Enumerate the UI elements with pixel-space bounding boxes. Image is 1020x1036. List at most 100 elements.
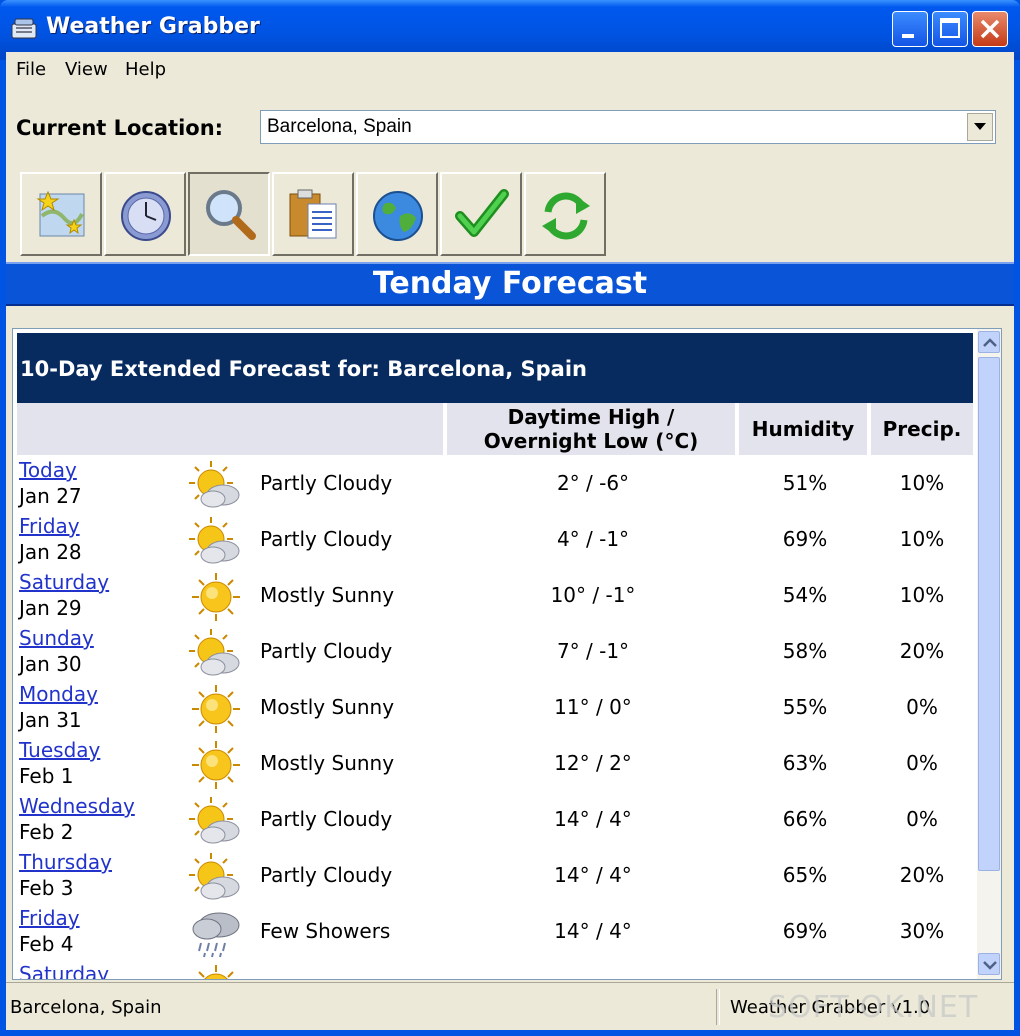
close-icon [980,19,1000,39]
app-window: Weather Grabber File View Help Current L… [0,0,1020,1036]
partly-cloudy-icon [189,459,243,511]
favorites-map-button[interactable] [20,172,102,256]
humidity-value: 54% [782,583,828,607]
vertical-scrollbar[interactable] [977,329,1001,979]
day-link[interactable]: Sunday [19,626,94,650]
precip-value: 10% [899,583,945,607]
mostly-sunny-icon [189,683,243,735]
clock-icon [121,191,171,241]
temperature-value: 4° / -1° [556,527,630,551]
app-icon [11,18,37,39]
menu-file[interactable]: File [16,59,46,80]
partly-cloudy-icon [189,795,243,847]
condition-text: Partly Cloudy [260,527,393,551]
forecast-row: Today Jan 27 Partly Cloudy 2° / -6° 51% 10% [17,457,973,513]
minimize-button[interactable] [892,11,928,47]
day-date: Jan 30 [19,652,82,676]
column-header-temp-line1: Daytime High / [507,405,675,429]
forecast-row: Monday Jan 31 Mostly Sunny 11° / 0° 55% 0% [17,681,973,737]
condition-text: Partly Cloudy [260,807,393,831]
scroll-up-button[interactable] [978,331,1000,353]
mostly-sunny-icon [189,963,243,979]
search-button[interactable] [188,172,270,256]
few-showers-icon [189,907,243,959]
partly-cloudy-icon [189,515,243,567]
scroll-thumb[interactable] [978,357,1000,871]
condition-text: Mostly Sunny [260,695,395,719]
humidity-value: 55% [782,695,828,719]
forecast-header-text: 10-Day Extended Forecast for: Barcelona,… [20,357,587,381]
forecast-row: Friday Jan 28 Partly Cloudy 4° / -1° 69% 10% [17,513,973,569]
title-bar[interactable]: Weather Grabber [0,0,1020,60]
status-divider [716,989,720,1025]
window-title: Weather Grabber [46,14,260,39]
day-date: Jan 31 [19,708,82,732]
forecast-row: Wednesday Feb 2 Partly Cloudy 14° / 4° 66% 0% [17,793,973,849]
day-date: Feb 1 [19,764,74,788]
menu-bar: File View Help [6,52,1014,88]
forecast-row: Thursday Feb 3 Partly Cloudy 14° / 4° 65% 20% [17,849,973,905]
forecast-row: Tuesday Feb 1 Mostly Sunny 12° / 2° 63% 0% [17,737,973,793]
column-header-precip-label: Precip. [882,417,962,441]
precip-value: 0% [906,751,938,775]
precip-value: 0% [906,695,938,719]
scroll-down-button[interactable] [978,953,1000,975]
day-date: Feb 2 [19,820,74,844]
partly-cloudy-icon [189,627,243,679]
maximize-button[interactable] [932,11,968,47]
temperature-value: 14° / 4° [554,863,632,887]
status-location: Barcelona, Spain [10,997,162,1018]
chevron-down-icon [983,961,997,970]
column-header-temp: Daytime High / Overnight Low (°C) [447,403,735,455]
humidity-value: 66% [782,807,828,831]
condition-text: Mostly Sunny [260,751,395,775]
condition-text: Few Showers [260,919,391,943]
mostly-sunny-icon [189,571,243,623]
location-value: Barcelona, Spain [267,116,412,137]
menu-help[interactable]: Help [125,59,166,80]
magnifier-icon [206,190,256,240]
forecast-row: Saturday [17,961,973,979]
refresh-button[interactable] [524,172,606,256]
day-link[interactable]: Thursday [19,850,112,874]
minimize-icon [902,34,914,38]
day-link[interactable]: Friday [19,514,80,538]
clipboard-button[interactable] [272,172,354,256]
mostly-sunny-icon [189,739,243,791]
day-link[interactable]: Tuesday [19,738,100,762]
day-date: Feb 3 [19,876,74,900]
chevron-up-icon [983,338,997,347]
day-link[interactable]: Wednesday [19,794,135,818]
clock-button[interactable] [104,172,186,256]
partly-cloudy-icon [189,851,243,903]
day-link[interactable]: Saturday [19,570,109,594]
precip-value: 10% [899,471,945,495]
humidity-value: 63% [782,751,828,775]
column-header-temp-line2: Overnight Low (°C) [483,429,699,453]
maximize-icon [940,18,960,38]
day-date: Jan 28 [19,540,82,564]
day-date: Jan 27 [19,484,82,508]
precip-value: 20% [899,639,945,663]
day-link[interactable]: Friday [19,906,80,930]
temperature-value: 12° / 2° [554,751,632,775]
globe-button[interactable] [356,172,438,256]
column-header-humidity: Humidity [739,403,867,455]
temperature-value: 11° / 0° [554,695,632,719]
checkmark-button[interactable] [440,172,522,256]
precip-value: 20% [899,863,945,887]
temperature-value: 7° / -1° [556,639,630,663]
dropdown-button[interactable] [967,113,993,141]
humidity-value: 69% [782,919,828,943]
day-date: Feb 4 [19,932,74,956]
day-link[interactable]: Monday [19,682,98,706]
location-dropdown[interactable]: Barcelona, Spain [260,110,996,144]
humidity-value: 51% [782,471,828,495]
menu-view[interactable]: View [65,59,108,80]
day-link[interactable]: Saturday [19,962,109,979]
forecast-row: Friday Feb 4 Few Showers 14° / 4° 69% 30% [17,905,973,961]
close-button[interactable] [972,11,1008,47]
forecast-row: Sunday Jan 30 Partly Cloudy 7° / -1° 58% 20% [17,625,973,681]
chevron-down-icon [974,123,986,130]
day-link[interactable]: Today [19,458,77,482]
